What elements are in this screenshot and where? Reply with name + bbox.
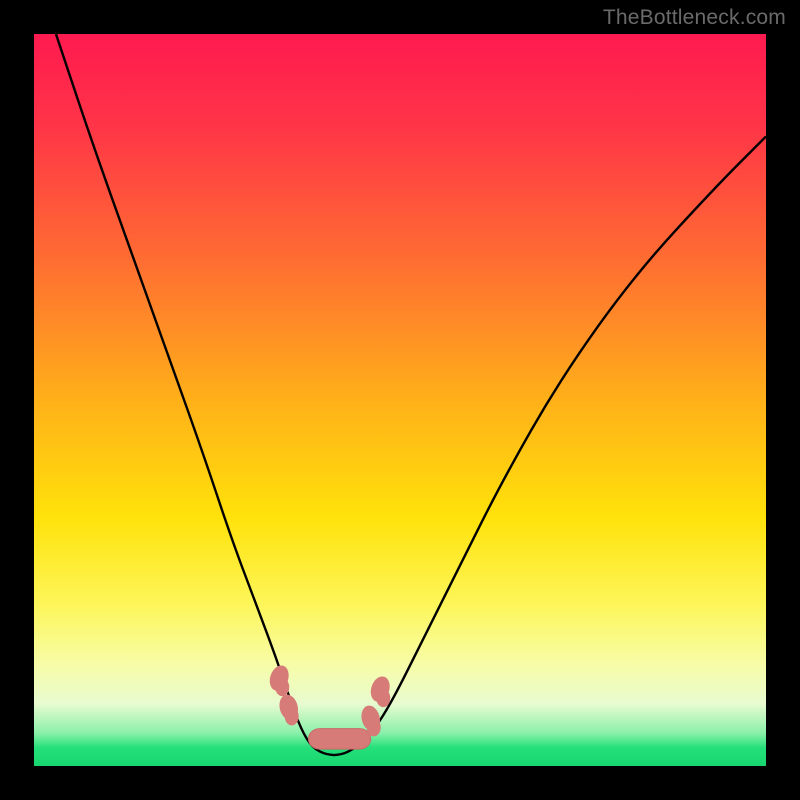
marker-bar bbox=[309, 729, 371, 750]
outer-frame: TheBottleneck.com bbox=[0, 0, 800, 800]
plot-area bbox=[34, 34, 766, 766]
bottleneck-curve bbox=[56, 34, 766, 755]
marker-group bbox=[267, 663, 393, 749]
curve-layer bbox=[34, 34, 766, 766]
marker-blob bbox=[368, 674, 393, 707]
marker-blob bbox=[267, 663, 292, 696]
marker-blob bbox=[277, 693, 301, 726]
watermark-text: TheBottleneck.com bbox=[603, 6, 786, 30]
